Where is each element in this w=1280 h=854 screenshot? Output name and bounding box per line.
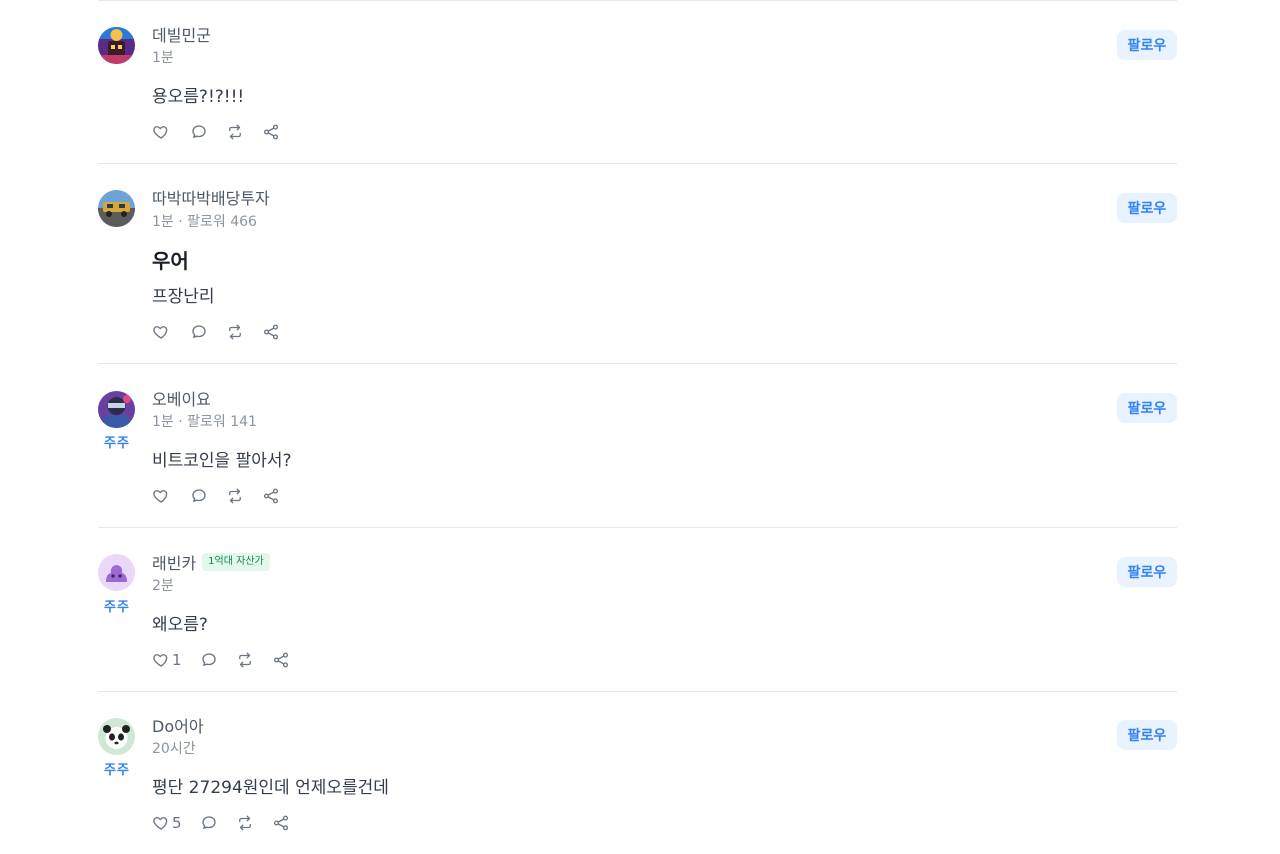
post-title[interactable]: 우어 (152, 245, 189, 274)
repost-button[interactable] (236, 651, 254, 669)
post-content[interactable]: 평단 27294원인데 언제오를건데 (152, 773, 389, 798)
post-content[interactable]: 프장난리 (152, 282, 215, 307)
heart-icon (153, 490, 168, 503)
share-icon (263, 488, 279, 504)
repost-icon (229, 124, 241, 140)
like-button[interactable] (152, 487, 172, 505)
post-meta: 1분 · 팔로워 466 (152, 214, 257, 230)
post-item: 따박따박배당투자 1분 · 팔로워 466 우어 프장난리 팔로우 (98, 164, 1177, 364)
like-count: 1 (172, 651, 182, 669)
post-actions (152, 323, 298, 341)
repost-icon (238, 815, 251, 831)
post-meta: 1분 · 팔로워 141 (152, 414, 257, 430)
share-button[interactable] (262, 323, 280, 341)
comment-icon (192, 489, 206, 502)
follow-button[interactable]: 팔로우 (1117, 720, 1177, 750)
like-button[interactable] (152, 123, 172, 141)
repost-icon (238, 652, 251, 668)
shareholder-badge: 주주 (104, 436, 130, 451)
post-meta: 1분 (152, 50, 174, 66)
post-meta: 2분 (152, 578, 174, 594)
comment-button[interactable] (190, 323, 208, 341)
share-icon (273, 652, 288, 668)
comment-icon (201, 816, 216, 829)
follow-button[interactable]: 팔로우 (1117, 393, 1177, 423)
shareholder-badge: 주주 (104, 763, 130, 778)
follow-button[interactable]: 팔로우 (1117, 193, 1177, 223)
repost-button[interactable] (236, 814, 254, 832)
repost-icon (229, 324, 241, 340)
author-name[interactable]: Do어아 (152, 713, 204, 737)
repost-button[interactable] (226, 323, 244, 341)
share-button[interactable] (272, 814, 290, 832)
comment-icon (192, 325, 206, 338)
repost-button[interactable] (226, 487, 244, 505)
shareholder-badge: 주주 (104, 600, 130, 615)
share-icon (263, 124, 279, 140)
post-actions: 1 (152, 651, 308, 669)
share-icon (263, 324, 279, 340)
heart-icon (153, 126, 168, 139)
repost-button[interactable] (226, 123, 244, 141)
post-actions: 5 (152, 814, 308, 832)
like-button[interactable]: 5 (152, 814, 182, 832)
like-button[interactable] (152, 323, 172, 341)
comment-button[interactable] (200, 814, 218, 832)
post-item: 데빌민군 1분 용오름?!?!!! 팔로우 (98, 0, 1177, 164)
heart-icon (153, 654, 168, 667)
post-content[interactable]: 왜오름? (152, 610, 208, 635)
comment-icon (201, 653, 216, 666)
comment-button[interactable] (200, 651, 218, 669)
share-icon (273, 815, 288, 831)
avatar[interactable] (98, 190, 135, 227)
comment-button[interactable] (190, 487, 208, 505)
asset-badge: 1억대 자산가 (202, 553, 270, 571)
follow-button[interactable]: 팔로우 (1117, 30, 1177, 60)
post-meta: 20시간 (152, 741, 196, 757)
comment-icon (192, 125, 206, 138)
author-name[interactable]: 따박따박배당투자 (152, 185, 270, 209)
share-button[interactable] (262, 123, 280, 141)
heart-icon (153, 326, 168, 339)
author-name[interactable]: 오베이요 (152, 386, 211, 410)
avatar[interactable] (98, 718, 135, 755)
post-item: 주주 오베이요 1분 · 팔로워 141 비트코인을 팔아서? 팔로우 (98, 364, 1177, 528)
post-actions (152, 487, 298, 505)
post-content[interactable]: 비트코인을 팔아서? (152, 446, 292, 471)
author-name[interactable]: 데빌민군 (152, 22, 211, 46)
follow-button[interactable]: 팔로우 (1117, 557, 1177, 587)
author-name[interactable]: 래빈카 (152, 550, 196, 574)
post-item: 주주 Do어아 20시간 평단 27294원인데 언제오를건데 5 팔로우 (98, 692, 1177, 854)
comment-button[interactable] (190, 123, 208, 141)
avatar[interactable] (98, 554, 135, 591)
post-content[interactable]: 용오름?!?!!! (152, 82, 244, 107)
repost-icon (229, 488, 241, 504)
share-button[interactable] (272, 651, 290, 669)
post-actions (152, 123, 298, 141)
avatar[interactable] (98, 391, 135, 428)
post-item: 주주 래빈카 1억대 자산가 2분 왜오름? 1 팔로우 (98, 528, 1177, 692)
post-feed: 데빌민군 1분 용오름?!?!!! 팔로우 따박따박배당투자 1분 · 팔로워 … (98, 0, 1177, 854)
heart-icon (153, 817, 168, 830)
like-button[interactable]: 1 (152, 651, 182, 669)
avatar[interactable] (98, 27, 135, 64)
like-count: 5 (172, 814, 182, 832)
share-button[interactable] (262, 487, 280, 505)
